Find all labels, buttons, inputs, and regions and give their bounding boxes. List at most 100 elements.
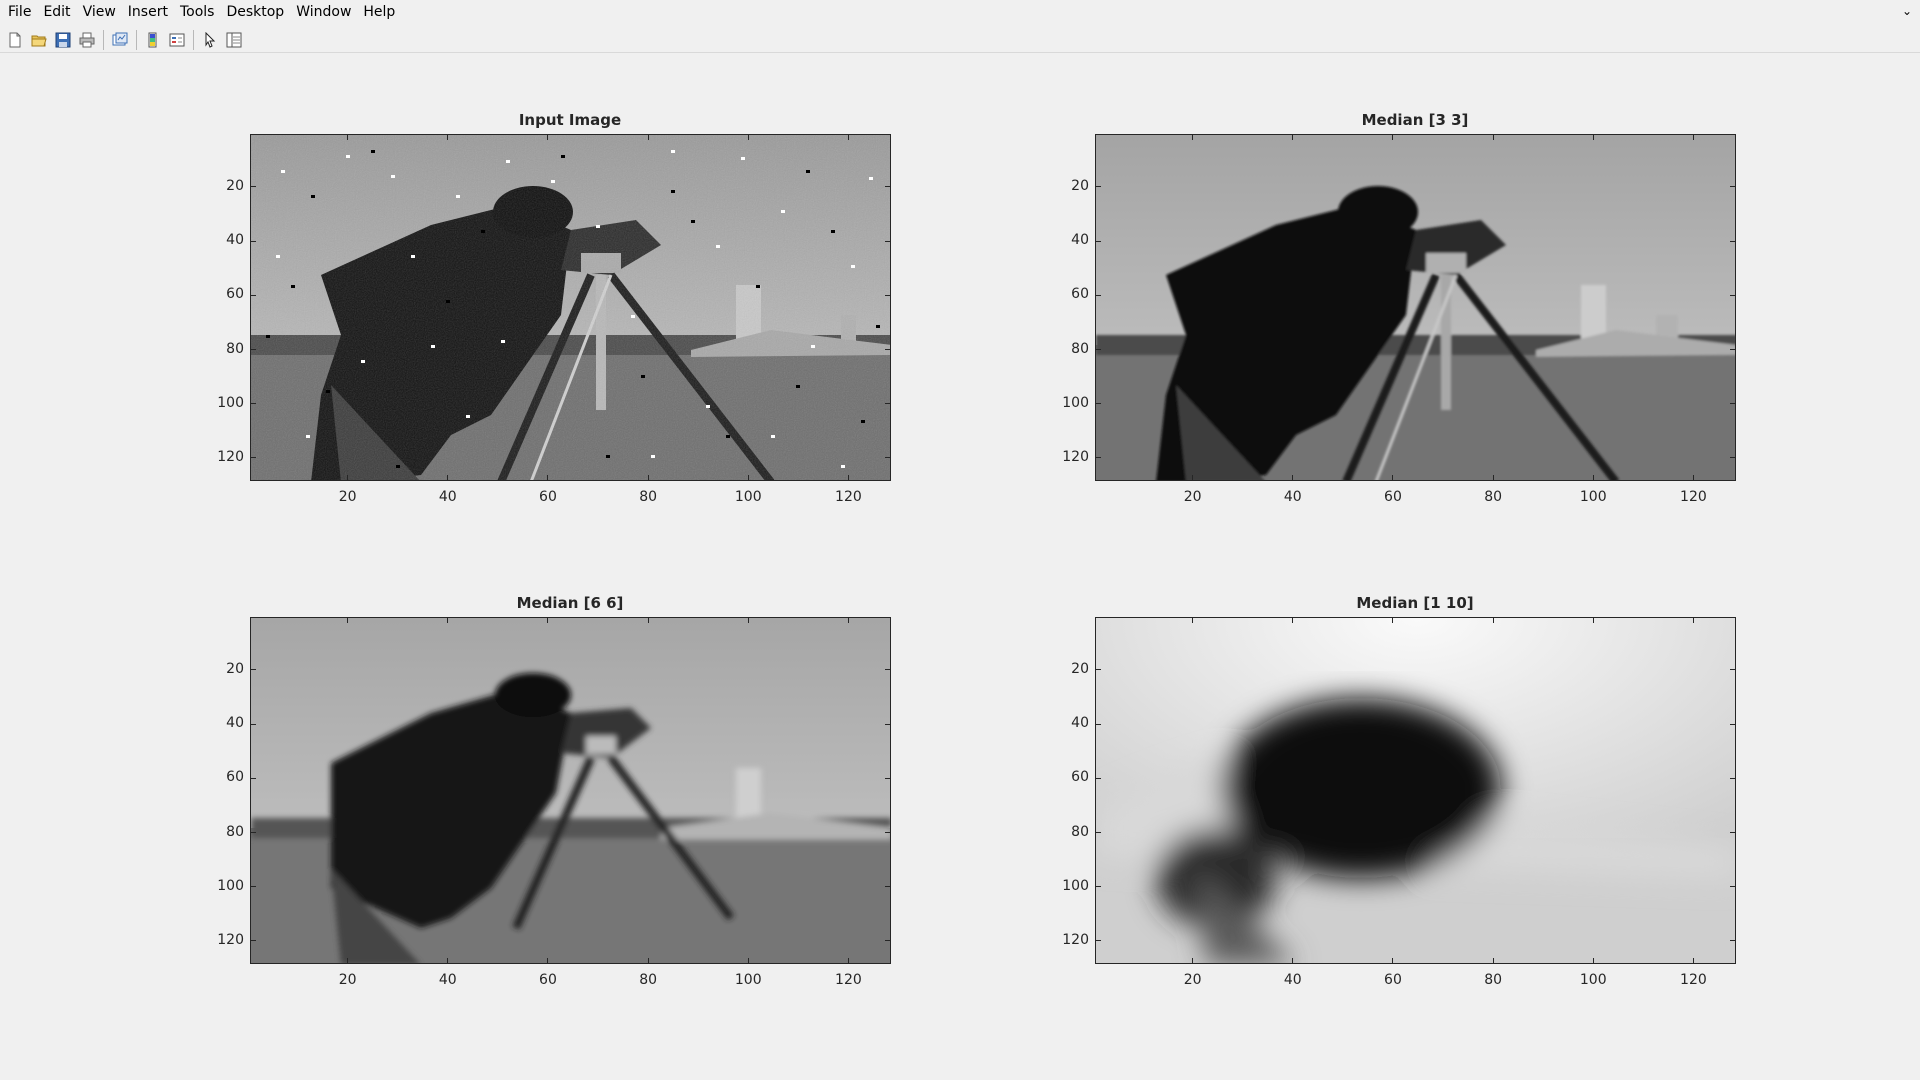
y-tick-label: 40 <box>1071 232 1089 249</box>
x-tick-label: 80 <box>639 489 658 505</box>
x-tick-label: 100 <box>1579 489 1607 505</box>
property-inspector-icon[interactable] <box>223 29 245 51</box>
x-tick-mark <box>1592 958 1594 964</box>
x-tick-mark <box>547 475 549 481</box>
insert-legend-icon[interactable] <box>166 29 188 51</box>
y-tick-mark <box>1730 940 1736 942</box>
menu-view[interactable]: View <box>77 0 122 24</box>
image-median-6x6 <box>251 618 890 963</box>
x-tick-label: 80 <box>1484 489 1503 505</box>
save-icon[interactable] <box>52 29 74 51</box>
y-tick-mark <box>885 723 891 725</box>
axes-median-1x10[interactable] <box>1095 617 1736 964</box>
y-tick-label: 100 <box>1062 877 1089 894</box>
x-tick-label: 40 <box>438 489 457 505</box>
new-figure-icon[interactable] <box>4 29 26 51</box>
y-tick-mark <box>250 940 256 942</box>
image-median-3x3 <box>1096 135 1735 480</box>
x-tick-mark <box>647 475 649 481</box>
y-tick-mark <box>1095 294 1101 296</box>
y-tick-mark <box>1095 832 1101 834</box>
toolbar-separator <box>193 29 194 50</box>
menu-help[interactable]: Help <box>357 0 401 24</box>
menu-desktop[interactable]: Desktop <box>220 0 290 24</box>
x-tick-mark <box>1292 617 1294 623</box>
x-tick-mark <box>1192 134 1194 140</box>
y-tick-mark <box>885 294 891 296</box>
x-tick-mark <box>347 475 349 481</box>
x-tick-mark <box>447 958 449 964</box>
undock-arrow-icon[interactable]: ⌄ <box>1902 4 1912 18</box>
y-tick-mark <box>885 886 891 888</box>
x-tick-mark <box>547 134 549 140</box>
image-input-noisy <box>251 135 890 480</box>
y-tick-label: 80 <box>1071 823 1089 840</box>
y-tick-label: 60 <box>226 286 244 303</box>
print-icon[interactable] <box>76 29 98 51</box>
y-tick-label: 120 <box>1062 448 1089 465</box>
y-tick-mark <box>1730 349 1736 351</box>
y-tick-mark <box>1730 723 1736 725</box>
open-file-icon[interactable] <box>28 29 50 51</box>
toolbar-separator <box>103 29 104 50</box>
x-tick-label: 60 <box>539 972 557 988</box>
x-tick-mark <box>447 475 449 481</box>
y-tick-label: 80 <box>1071 340 1089 357</box>
y-tick-label: 20 <box>1071 660 1089 677</box>
y-tick-mark <box>1730 240 1736 242</box>
y-tick-mark <box>250 457 256 459</box>
y-tick-mark <box>1730 186 1736 188</box>
y-tick-mark <box>885 186 891 188</box>
axes-input-image[interactable] <box>250 134 891 481</box>
x-tick-mark <box>747 134 749 140</box>
y-tick-label: 60 <box>226 769 244 786</box>
x-tick-mark <box>1692 617 1694 623</box>
y-tick-mark <box>1730 294 1736 296</box>
x-tick-mark <box>1592 475 1594 481</box>
axes-title-median-6x6: Median [6 6] <box>516 594 624 612</box>
figure-toolbar <box>0 27 1920 53</box>
x-tick-mark <box>347 134 349 140</box>
x-tick-mark <box>347 958 349 964</box>
x-tick-mark <box>747 475 749 481</box>
x-tick-mark <box>347 617 349 623</box>
menu-tools[interactable]: Tools <box>174 0 221 24</box>
y-tick-mark <box>1095 940 1101 942</box>
x-tick-mark <box>1392 958 1394 964</box>
x-tick-mark <box>1492 475 1494 481</box>
y-tick-mark <box>250 294 256 296</box>
y-tick-mark <box>1095 777 1101 779</box>
x-tick-mark <box>547 617 549 623</box>
y-tick-mark <box>885 777 891 779</box>
x-tick-label: 20 <box>1183 972 1202 988</box>
y-tick-mark <box>250 349 256 351</box>
axes-median-3x3[interactable] <box>1095 134 1736 481</box>
link-plot-icon[interactable] <box>109 29 131 51</box>
y-tick-label: 100 <box>217 394 244 411</box>
x-tick-mark <box>1292 958 1294 964</box>
x-tick-label: 40 <box>1283 489 1302 505</box>
y-tick-mark <box>1095 723 1101 725</box>
y-tick-mark <box>1730 832 1736 834</box>
y-tick-mark <box>1095 240 1101 242</box>
axes-median-6x6[interactable] <box>250 617 891 964</box>
y-tick-mark <box>1095 669 1101 671</box>
y-tick-label: 20 <box>1071 177 1089 194</box>
y-tick-label: 40 <box>226 232 244 249</box>
axes-title-median-3x3: Median [3 3] <box>1361 111 1469 129</box>
menu-window[interactable]: Window <box>290 0 357 24</box>
insert-colorbar-icon[interactable] <box>142 29 164 51</box>
y-tick-mark <box>885 349 891 351</box>
y-tick-mark <box>250 669 256 671</box>
y-tick-mark <box>885 669 891 671</box>
y-tick-label: 80 <box>226 340 244 357</box>
y-tick-mark <box>885 832 891 834</box>
y-tick-mark <box>1730 669 1736 671</box>
edit-plot-icon[interactable] <box>199 29 221 51</box>
menu-file[interactable]: File <box>0 0 37 24</box>
x-tick-mark <box>1692 475 1694 481</box>
menu-insert[interactable]: Insert <box>122 0 174 24</box>
x-tick-label: 100 <box>1579 972 1607 988</box>
menu-edit[interactable]: Edit <box>37 0 76 24</box>
x-tick-label: 40 <box>1283 972 1302 988</box>
